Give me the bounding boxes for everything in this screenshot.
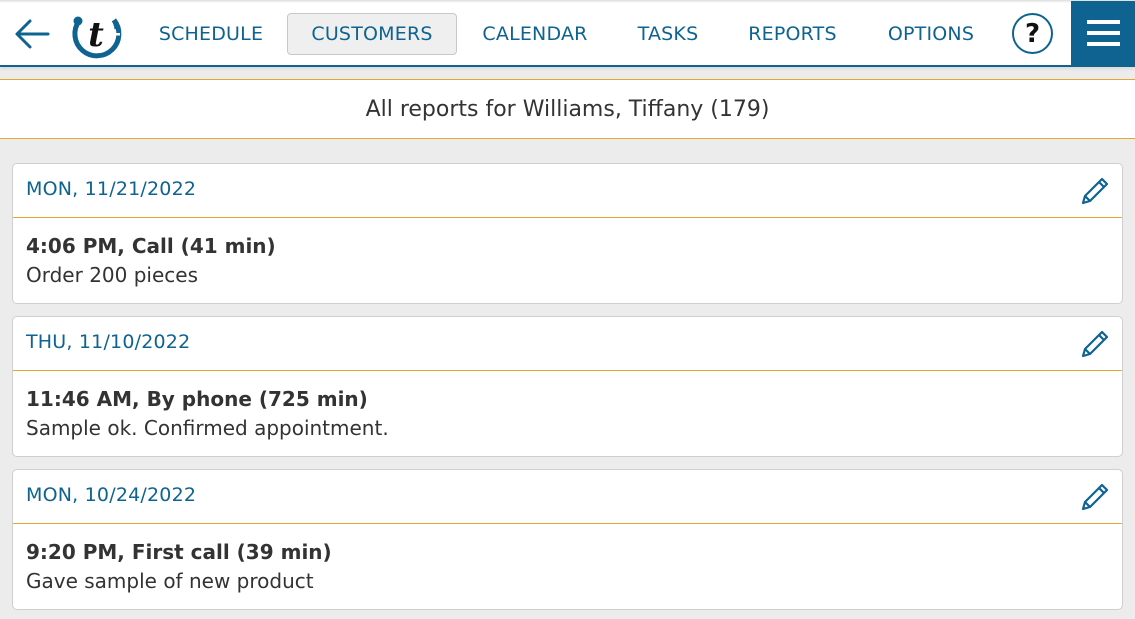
- report-title: 4:06 PM, Call (41 min): [26, 234, 276, 258]
- help-icon: ?: [1024, 18, 1041, 49]
- t-logo-icon: t: [72, 15, 122, 59]
- page-title: All reports for Williams, Tiffany (179): [365, 96, 770, 122]
- report-title: 9:20 PM, First call (39 min): [26, 540, 332, 564]
- help-button[interactable]: ?: [1012, 13, 1053, 54]
- app-logo[interactable]: t: [70, 9, 122, 59]
- report-card-header: THU, 11/10/2022: [13, 317, 1122, 371]
- edit-report-button[interactable]: [1078, 327, 1112, 361]
- report-date: MON, 11/21/2022: [26, 178, 197, 200]
- hamburger-line: [1086, 31, 1120, 35]
- arrow-left-icon: [15, 19, 50, 49]
- back-button[interactable]: [12, 14, 52, 54]
- main-menu-button[interactable]: [1071, 1, 1135, 65]
- pencil-icon: [1081, 177, 1109, 205]
- report-card-header: MON, 10/24/2022: [13, 470, 1122, 524]
- nav-tab-tasks[interactable]: TASKS: [622, 13, 714, 55]
- hamburger-menu-icon: [1086, 20, 1120, 24]
- report-note: Order 200 pieces: [26, 263, 199, 287]
- report-card[interactable]: MON, 10/24/2022 9:20 PM, First call (39 …: [12, 469, 1123, 610]
- nav-tab-calendar[interactable]: CALENDAR: [470, 13, 600, 55]
- hamburger-line: [1086, 42, 1120, 46]
- report-note: Gave sample of new product: [26, 569, 314, 593]
- pencil-icon: [1081, 330, 1109, 358]
- page-title-bar: All reports for Williams, Tiffany (179): [0, 79, 1135, 139]
- nav-tab-reports[interactable]: REPORTS: [735, 13, 850, 55]
- top-navigation-bar: t SCHEDULE CUSTOMERS CALENDAR TASKS REPO…: [0, 0, 1135, 67]
- edit-report-button[interactable]: [1078, 174, 1112, 208]
- report-card[interactable]: THU, 11/10/2022 11:46 AM, By phone (725 …: [12, 316, 1123, 457]
- report-date: MON, 10/24/2022: [26, 484, 197, 506]
- report-title: 11:46 AM, By phone (725 min): [26, 387, 368, 411]
- report-card[interactable]: MON, 11/21/2022 4:06 PM, Call (41 min) O…: [12, 163, 1123, 304]
- report-card-header: MON, 11/21/2022: [13, 164, 1122, 218]
- nav-tab-schedule[interactable]: SCHEDULE: [146, 13, 276, 55]
- pencil-icon: [1081, 483, 1109, 511]
- nav-tab-customers[interactable]: CUSTOMERS: [287, 13, 457, 55]
- report-date: THU, 11/10/2022: [26, 331, 191, 353]
- report-note: Sample ok. Confirmed appointment.: [26, 416, 389, 440]
- edit-report-button[interactable]: [1078, 480, 1112, 514]
- nav-tab-options[interactable]: OPTIONS: [872, 13, 990, 55]
